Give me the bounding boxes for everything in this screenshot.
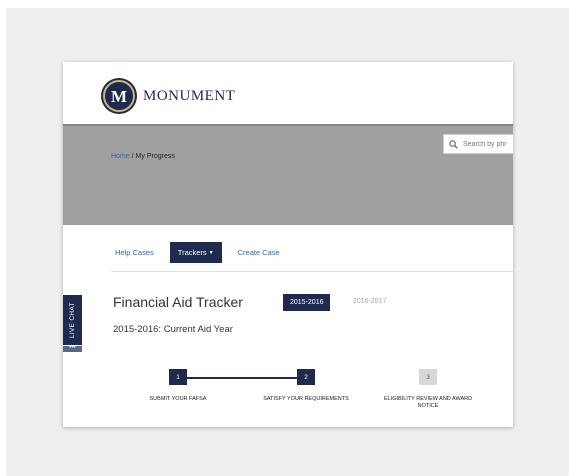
tab-create-case[interactable]: Create Case	[234, 242, 284, 263]
page-title: Financial Aid Tracker	[113, 294, 243, 310]
search-box[interactable]	[443, 134, 513, 154]
nav-tabs: Help Cases Trackers ▼ Create Case	[111, 242, 284, 263]
live-chat-more-icon[interactable]: •••	[63, 345, 82, 352]
step-2-marker: 2	[297, 369, 315, 385]
caret-down-icon: ▼	[208, 250, 214, 257]
breadcrumb-separator: /	[131, 153, 134, 160]
tab-trackers[interactable]: Trackers ▼	[169, 242, 222, 263]
breadcrumb-current: My Progress	[135, 153, 175, 160]
brand-logo[interactable]: M MONUMENT	[103, 80, 235, 112]
tab-help-cases[interactable]: Help Cases	[111, 242, 158, 263]
breadcrumb: Home / My Progress	[111, 153, 175, 160]
step-3-label: ELIGIBILITY REVIEW AND AWARD NOTICE	[383, 396, 473, 410]
breadcrumb-home-link[interactable]: Home	[111, 153, 130, 160]
progress-line	[178, 377, 306, 379]
step-1-marker: 1	[169, 369, 187, 385]
tab-trackers-label: Trackers	[177, 248, 207, 257]
search-icon	[449, 139, 458, 149]
year-tab-2015-2016[interactable]: 2015-2016	[283, 294, 331, 311]
live-chat-button[interactable]: LIVE CHAT	[63, 295, 82, 345]
seal-icon: M	[103, 80, 135, 112]
search-input[interactable]	[463, 140, 513, 148]
app-window: M MONUMENT Home / My Progress Help Cases…	[63, 62, 513, 427]
step-3-marker: 3	[419, 369, 437, 385]
step-2-label: SATISFY YOUR REQUIREMENTS	[263, 396, 349, 402]
seal-letter: M	[110, 86, 128, 106]
aid-year-subtitle: 2015-2016: Current Aid Year	[113, 324, 233, 335]
step-1-label: SUBMIT YOUR FAFSA	[149, 396, 207, 402]
brand-name: MONUMENT	[143, 87, 236, 104]
tabs-divider	[111, 271, 513, 272]
year-tab-2016-2017[interactable]: 2016-2017	[353, 298, 386, 305]
